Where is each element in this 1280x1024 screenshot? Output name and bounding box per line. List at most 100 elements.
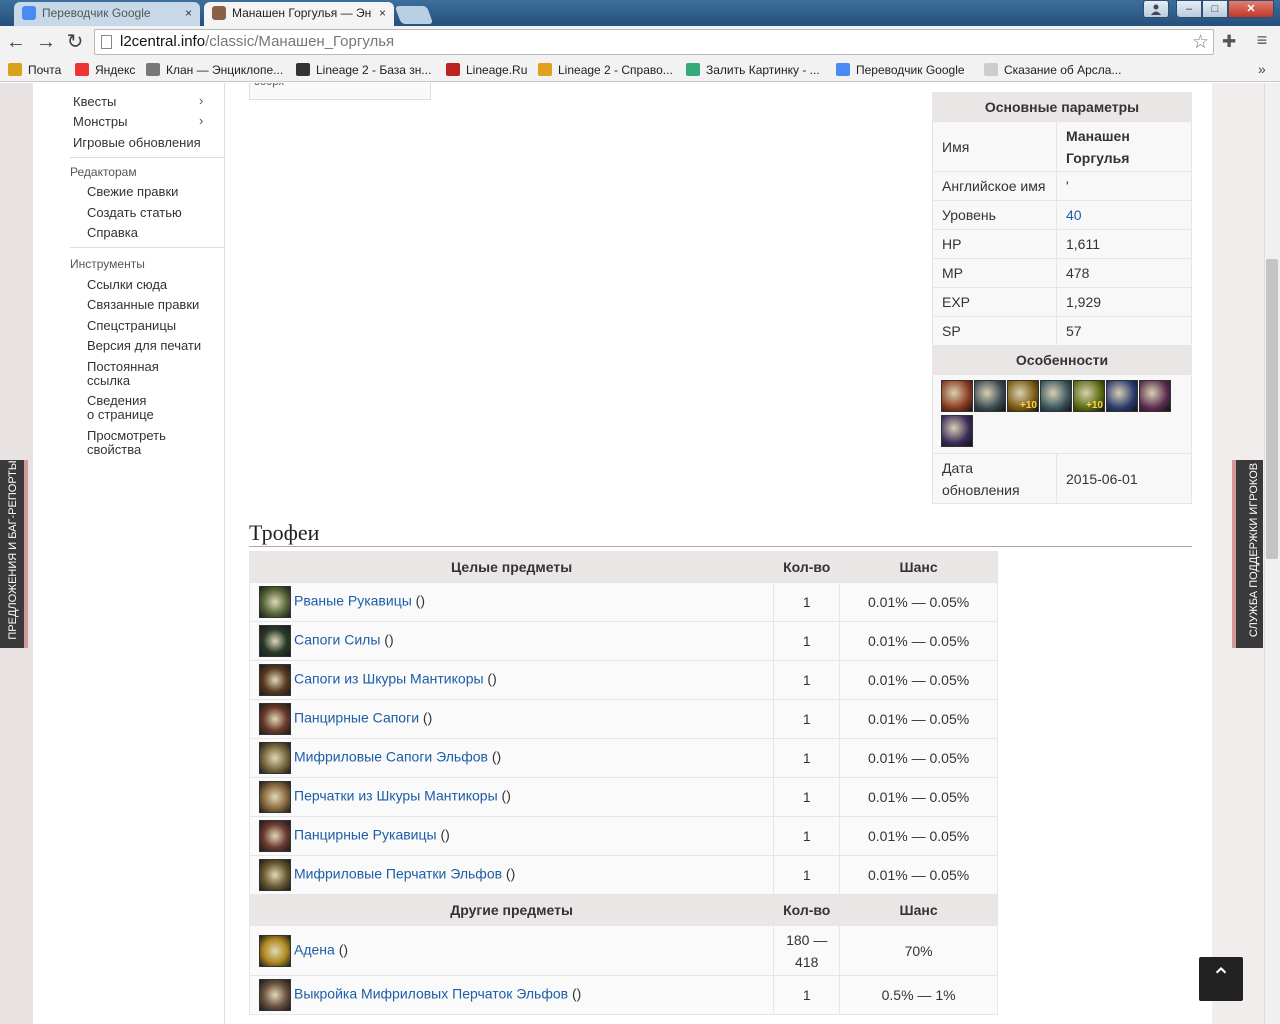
sidebar-link-create-article[interactable]: Создать статью [87, 206, 182, 220]
browser-menu-icon[interactable]: ≡ [1252, 30, 1272, 51]
bookmark-item[interactable]: Сказание об Арсла... [984, 63, 1121, 77]
claw-icon[interactable] [1139, 380, 1171, 412]
bookmark-item[interactable]: Переводчик Google [836, 63, 965, 77]
gloves-icon[interactable] [259, 781, 291, 813]
plus-10-badge: +10 [1086, 400, 1103, 411]
sidebar-item-quests[interactable]: Квесты [73, 94, 116, 109]
sidebar-link-special-pages[interactable]: Спецстраницы [87, 319, 176, 333]
gloves-icon[interactable] [259, 586, 291, 618]
sidebar-link-related-changes[interactable]: Связанные правки [87, 298, 199, 312]
sidebar: Квесты › Монстры › Игровые обновления Ре… [33, 83, 238, 1024]
drop-item-link[interactable]: Панцирные Сапоги [294, 710, 419, 726]
drop-item-suffix: () [334, 941, 349, 958]
boots-icon[interactable] [259, 664, 291, 696]
updated-key-line: Дата [942, 459, 974, 476]
gloves-icon[interactable] [259, 859, 291, 891]
bookmark-item[interactable]: Клан — Энциклопе... [146, 63, 283, 77]
sidebar-link-printable-version[interactable]: Версия для печати [87, 339, 201, 353]
boots-icon[interactable] [259, 703, 291, 735]
drop-item-link[interactable]: Рваные Рукавицы [294, 593, 412, 609]
more-bookmarks-icon[interactable]: » [1258, 61, 1266, 77]
reload-icon[interactable]: ↻ [63, 30, 87, 54]
level-link[interactable]: 40 [1066, 207, 1082, 223]
bookmark-item[interactable]: Залить Картинку - ... [686, 63, 820, 77]
swirl-icon[interactable] [1040, 380, 1072, 412]
bookmark-favicon-icon [538, 63, 552, 76]
drop-item-link[interactable]: Выкройка Мифриловых Перчаток Эльфов [294, 986, 568, 1002]
sidebar-link-recent-changes[interactable]: Свежие правки [87, 185, 178, 199]
bookmark-label: Яндекс [95, 63, 136, 77]
sidebar-link-help[interactable]: Справка [87, 226, 138, 240]
sidebar-link-page-info[interactable]: Сведения о странице [87, 394, 154, 422]
pattern-icon[interactable] [259, 979, 291, 1011]
sidebar-link-whatlinkshere[interactable]: Ссылки сюда [87, 278, 167, 292]
drop-item-link[interactable]: Панцирные Рукавицы [294, 827, 437, 843]
tab-manashen-gargoyle[interactable]: Манашен Горгулья — Эн × [204, 2, 394, 26]
close-tab-icon[interactable]: × [185, 2, 192, 24]
drop-item-cell: Сапоги из Шкуры Мантикоры () [248, 660, 775, 700]
bookmarks-bar: Почта Яндекс Клан — Энциклопе... Lineage 2 … [0, 58, 1280, 82]
drop-item-link[interactable]: Адена [294, 941, 335, 957]
minimize-button[interactable]: – [1176, 0, 1202, 18]
user-profile-button[interactable] [1143, 0, 1169, 18]
updated-date-value: 2015-06-01 [1056, 453, 1192, 504]
drop-item-link[interactable]: Сапоги из Шкуры Мантикоры [294, 671, 484, 687]
chevron-right-icon[interactable]: › [199, 93, 203, 108]
url-text[interactable]: l2central.info/classic/Манашен_Горгулья [120, 33, 394, 50]
extensions-puzzle-icon[interactable]: ✚ [1222, 32, 1236, 52]
orc-face-icon[interactable] [941, 380, 973, 412]
sidebar-link-permanent-link[interactable]: Постоянная ссылка [87, 360, 159, 388]
support-side-tab[interactable]: СЛУЖБА ПОДДЕРЖКИ ИГРОКОВ [1232, 460, 1263, 648]
address-bar[interactable]: l2central.info/classic/Манашен_Горгулья … [94, 29, 1214, 55]
drop-item-link[interactable]: Перчатки из Шкуры Мантикоры [294, 788, 498, 804]
dagger-icon[interactable] [974, 380, 1006, 412]
drop-qty: 1 [773, 816, 841, 856]
browser-toolbar: ← → ↻ l2central.info/classic/Манашен_Гор… [0, 26, 1280, 58]
close-window-button[interactable]: ✕ [1228, 0, 1274, 18]
gloves-icon[interactable] [259, 820, 291, 852]
monster-infobox: Основные параметры Имя Манашен Горгулья Анг… [932, 92, 1192, 504]
new-tab-button[interactable] [394, 6, 434, 24]
bookmark-item[interactable]: Lineage.Ru [446, 63, 527, 77]
forward-icon[interactable]: → [34, 30, 58, 54]
scroll-to-top-button[interactable]: ⌃ [1199, 957, 1243, 1001]
infobox-value-text: 478 [1066, 265, 1090, 281]
boots-icon[interactable] [259, 625, 291, 657]
sidebar-link-line: Ссылки сюда [87, 277, 168, 292]
boots-icon[interactable] [259, 742, 291, 774]
infobox-key: SP [932, 316, 1057, 346]
drop-chance: 0.01% — 0.05% [839, 738, 998, 778]
bookmark-favicon-icon [686, 63, 700, 76]
drop-qty: 1 [773, 660, 841, 700]
plus-10-icon[interactable]: +10 [1073, 380, 1105, 412]
sidebar-link-line: Сведения [87, 393, 147, 408]
plus-10-icon[interactable]: +10 [1007, 380, 1039, 412]
bookmark-item[interactable]: Яндекс [75, 63, 135, 77]
sword-icon[interactable] [941, 415, 973, 447]
drop-chance: 0.01% — 0.05% [839, 777, 998, 817]
feedback-side-tab[interactable]: ПРЕДЛОЖЕНИЯ И БАГ-РЕПОРТЫ [0, 460, 28, 648]
drop-item-link[interactable]: Мифриловые Перчатки Эльфов [294, 866, 502, 882]
bookmark-item[interactable]: Почта [8, 63, 61, 77]
drop-item-link[interactable]: Сапоги Силы [294, 632, 380, 648]
bookmark-item[interactable]: Lineage 2 - База зн... [296, 63, 431, 77]
drop-qty-value: 1 [802, 594, 811, 610]
maximize-button[interactable]: □ [1202, 0, 1228, 18]
sidebar-divider [70, 247, 238, 248]
chevron-right-icon[interactable]: › [199, 113, 203, 128]
sidebar-item-game-updates[interactable]: Игровые обновления [73, 135, 201, 150]
back-icon[interactable]: ← [4, 30, 28, 54]
scrollbar-thumb[interactable] [1266, 259, 1278, 559]
drop-item-link[interactable]: Мифриловые Сапоги Эльфов [294, 749, 488, 765]
sidebar-item-monsters[interactable]: Монстры [73, 114, 127, 129]
tab-google-translate[interactable]: Переводчик Google × [14, 2, 200, 26]
bookmark-item[interactable]: Lineage 2 - Справо... [538, 63, 673, 77]
close-tab-icon[interactable]: × [379, 2, 386, 24]
bookmark-favicon-icon [984, 63, 998, 76]
infobox-value: 1,929 [1056, 287, 1192, 317]
sidebar-link-browse-properties[interactable]: Просмотреть свойства [87, 429, 166, 457]
drops-table-row: Перчатки из Шкуры Мантикоры () 1 0.01% — 0… [248, 777, 998, 817]
bookmark-star-icon[interactable]: ☆ [1192, 31, 1209, 54]
coins-icon[interactable] [259, 934, 291, 967]
spear-icon[interactable] [1106, 380, 1138, 412]
